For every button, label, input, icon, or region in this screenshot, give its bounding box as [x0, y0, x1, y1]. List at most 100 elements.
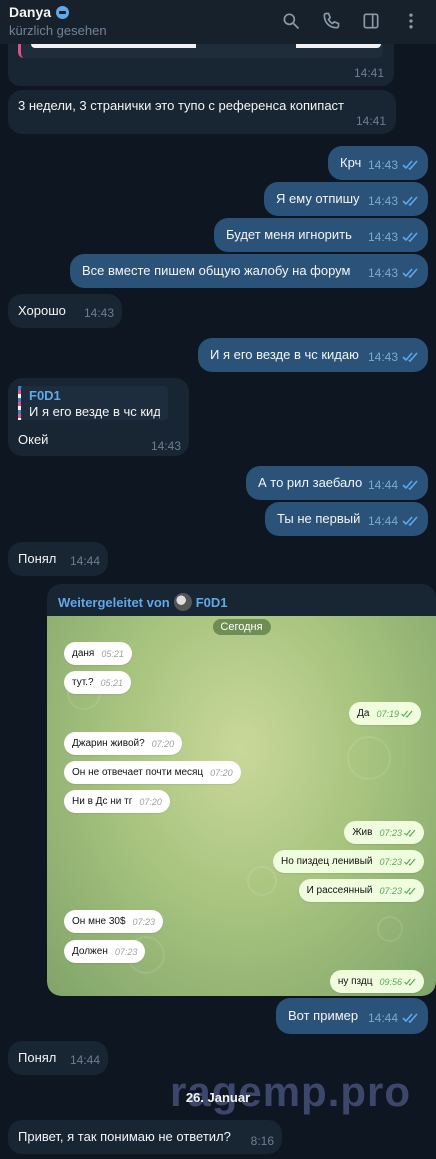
message-bubble-incoming[interactable]: Понял 14:44	[8, 1041, 108, 1075]
message-text: А то рил заебало	[258, 475, 363, 490]
read-check-icon	[402, 268, 418, 278]
screenshot-message-time: 05:21	[101, 648, 124, 659]
forwarded-prefix: Weitergeleitet von	[58, 594, 170, 610]
message-bubble-outgoing[interactable]: Все вместе пишем общую жалобу на форум 1…	[70, 254, 428, 288]
screenshot-message-time: 07:20	[210, 767, 233, 778]
message-bubble-incoming[interactable]: Хорошо 14:43	[8, 294, 122, 328]
message-time: 14:43	[367, 158, 398, 172]
message-time: 14:44	[367, 478, 398, 492]
read-check-icon	[402, 160, 418, 170]
message-text: Все вместе пишем общую жалобу на форум	[82, 263, 351, 278]
screenshot-message-time: 07:23	[379, 827, 402, 838]
screenshot-message-time: 05:21	[100, 677, 124, 688]
message-text: Понял	[18, 1050, 57, 1065]
screenshot-message-time: 07:23	[114, 946, 138, 957]
screenshot-message-text: Но пиздец ленивый	[281, 856, 373, 867]
screenshot-message-time: 07:23	[379, 856, 402, 867]
forwarded-header[interactable]: Weitergeleitet von F0D1	[58, 593, 228, 611]
message-bubble-incoming[interactable]: 3 недели, 3 странички это тупо с референ…	[8, 90, 396, 134]
message-time: 14:43	[367, 350, 398, 364]
message-time: 8:16	[250, 1134, 274, 1148]
screenshot-message: ну пздц 09:56	[329, 970, 424, 993]
forwarded-from[interactable]: F0D1	[196, 595, 228, 610]
read-check-icon	[402, 1013, 418, 1023]
screenshot-date-label: Сегодня	[212, 619, 271, 635]
screenshot-message: Но пиздец ленивый 07:23	[273, 850, 424, 873]
message-text: Ты не первый	[277, 511, 361, 526]
screenshot-message-text: тут.?	[72, 677, 94, 688]
message-text: Вот пример	[288, 1008, 359, 1023]
blocked-status-icon	[56, 5, 70, 19]
message-text: 3 недели, 3 странички это тупо с референ…	[18, 98, 344, 113]
screenshot-message-time: 07:19	[376, 708, 399, 719]
search-icon[interactable]	[280, 10, 302, 32]
screenshot-message: тут.? 05:21	[64, 671, 132, 694]
contact-name-row[interactable]: Danya	[9, 4, 70, 20]
message-bubble-incoming[interactable]: Привет, я так понимаю не ответил? 8:16	[8, 1120, 282, 1154]
message-text: Привет, я так понимаю не ответил?	[18, 1129, 231, 1144]
sidebar-toggle-icon[interactable]	[360, 10, 382, 32]
forwarded-screenshot[interactable]: Сегодня даня 05:21 тут.? 05:21 Да 07:19 Джа…	[47, 616, 436, 996]
message-time: 14:44	[367, 1011, 398, 1025]
message-bubble-outgoing[interactable]: И я его везде в чс кидаю 14:43	[198, 338, 428, 372]
message-time: 14:44	[69, 1053, 100, 1067]
message-bubble-incoming[interactable]: F0D1 И я его везде в чс кид... Окей 14:4…	[8, 378, 189, 456]
read-check-icon	[402, 516, 418, 526]
forwarded-message[interactable]: Weitergeleitet von F0D1 Сегодня даня 05:2…	[47, 584, 436, 996]
screenshot-message-time: 07:23	[379, 885, 402, 896]
message-time: 14:44	[69, 554, 100, 568]
screenshot-message-time: 09:56	[379, 976, 402, 987]
screenshot-message: Он не отвечает почти месяц 07:20	[64, 761, 241, 784]
screenshot-message-text: Он мне 30$	[72, 916, 126, 927]
contact-name[interactable]: Danya	[9, 4, 51, 20]
message-bubble-outgoing[interactable]: А то рил заебало 14:44	[246, 466, 428, 500]
message-text: Хорошо	[18, 303, 66, 318]
screenshot-message-time: 07:20	[139, 796, 162, 807]
reply-quote[interactable]: F0D1 И я его везде в чс кид...	[18, 386, 168, 420]
reply-text: И я его везде в чс кид...	[29, 404, 160, 419]
avatar	[173, 593, 192, 611]
contact-status: kürzlich gesehen	[9, 23, 107, 38]
doodle-decoration	[377, 916, 403, 942]
message-time: 14:41	[355, 114, 386, 128]
message-bubble-incoming[interactable]: Понял 14:44	[8, 542, 108, 576]
screenshot-message: Должен 07:23	[64, 940, 146, 963]
message-text: Будет меня игнорить	[226, 227, 352, 242]
screenshot-message: Ни в Дс ни тг 07:20	[64, 790, 170, 813]
message-time: 14:43	[367, 266, 398, 280]
reply-author: F0D1	[29, 388, 61, 403]
screenshot-message-text: Должен	[72, 946, 108, 957]
phone-icon[interactable]	[320, 10, 342, 32]
message-time: 14:43	[367, 194, 398, 208]
screenshot-message: Он мне 30$ 07:23	[64, 910, 164, 933]
message-time: 14:44	[367, 514, 398, 528]
read-check-icon	[402, 480, 418, 490]
message-bubble-outgoing[interactable]: Крч 14:43	[328, 146, 428, 180]
read-check-icon	[401, 710, 413, 718]
message-time: 14:43	[367, 230, 398, 244]
message-bubble-outgoing[interactable]: Вот пример 14:44	[276, 998, 428, 1034]
screenshot-message: И рассеянный 07:23	[298, 879, 424, 902]
message-text: Понял	[18, 551, 57, 566]
message-text: Я ему отпишу	[276, 191, 360, 206]
message-bubble-outgoing[interactable]: Я ему отпишу 14:43	[264, 182, 428, 216]
more-icon[interactable]	[400, 10, 422, 32]
screenshot-message-text: Джарин живой?	[72, 738, 145, 749]
screenshot-message-text: Жив	[352, 827, 373, 838]
message-time: 14:43	[83, 306, 114, 320]
read-check-icon	[402, 232, 418, 242]
screenshot-message-text: Да	[357, 708, 370, 719]
screenshot-message-time: 07:23	[132, 916, 156, 927]
read-check-icon	[404, 858, 416, 866]
read-check-icon	[404, 829, 416, 837]
screenshot-message-time: 07:20	[151, 738, 175, 749]
doodle-decoration	[347, 736, 391, 780]
message-bubble-outgoing[interactable]: Будет меня игнорить 14:43	[214, 218, 428, 252]
read-check-icon	[402, 196, 418, 206]
read-check-icon	[402, 352, 418, 362]
screenshot-message-text: Он не отвечает почти месяц	[72, 767, 204, 778]
screenshot-message: даня 05:21	[64, 642, 132, 665]
message-bubble-outgoing[interactable]: Ты не первый 14:44	[265, 502, 428, 536]
read-check-icon	[404, 887, 416, 895]
message-time: 14:41	[353, 66, 384, 80]
